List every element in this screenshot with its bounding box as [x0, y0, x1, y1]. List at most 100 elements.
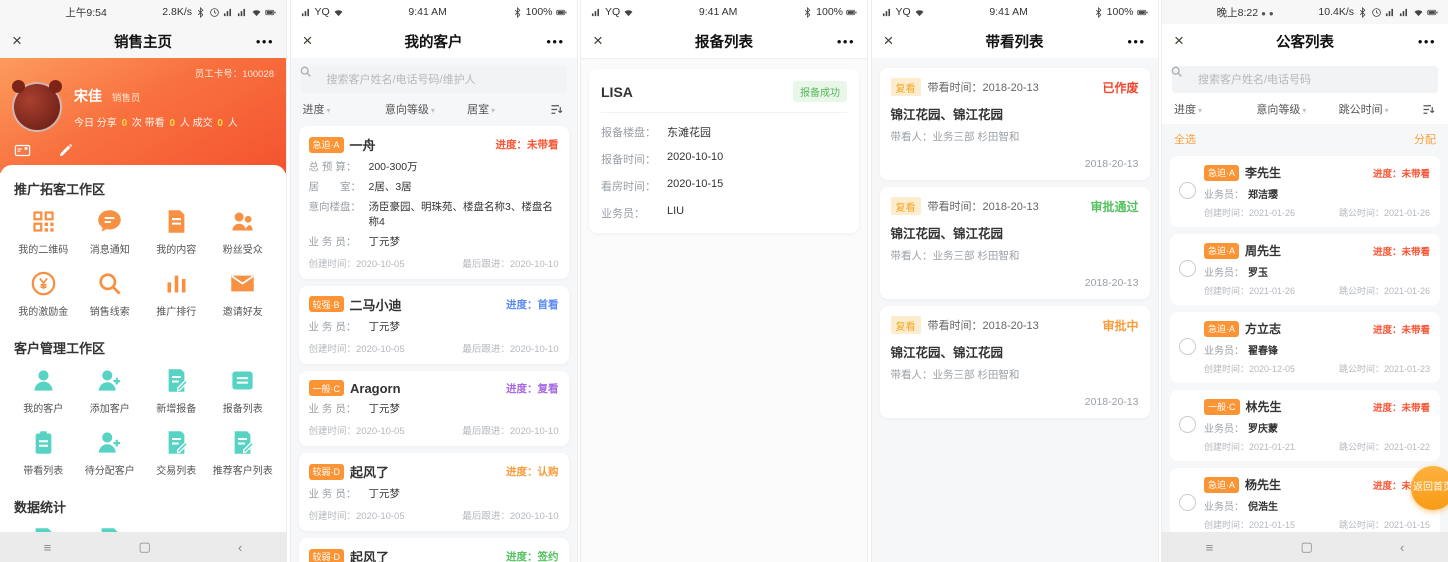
customer-name: 起风了: [350, 465, 390, 481]
viewing-card[interactable]: 复看 带看时间：2018-20-13 审批通过 锦江花园、锦江花园 带看人：业务…: [879, 187, 1150, 299]
select-checkbox[interactable]: [1179, 494, 1196, 511]
created-value: 2020-10-05: [356, 258, 405, 270]
customer-card[interactable]: 较弱·D 起风了 进度：认购 业 务 员： 丁元梦 创建时间：2020-10-05…: [298, 453, 569, 532]
people-icon: [229, 208, 256, 235]
select-checkbox[interactable]: [1179, 260, 1196, 277]
search-input[interactable]: [1172, 66, 1438, 93]
grid-item-viewing-list[interactable]: 带看列表: [10, 429, 77, 477]
grade-badge: 急迫·A: [1204, 242, 1240, 259]
public-customer-item[interactable]: 急迫·A 周先生 进度：未带看 业务员： 罗玉 创建时间：2021-01-26 跳…: [1170, 234, 1440, 305]
user-name-text: 宋佳: [74, 88, 102, 104]
assign-button[interactable]: 分配: [1414, 131, 1436, 147]
grid-item-label: 我的激励金: [18, 307, 69, 318]
report-customer-name: LISA: [601, 83, 633, 100]
customer-card[interactable]: 较弱·D 起风了 进度：签约 业 务 员：丁元梦 创建时间：2020-10-05…: [298, 538, 569, 562]
sort-icon[interactable]: [1421, 102, 1436, 117]
more-menu-icon[interactable]: •••: [815, 34, 855, 49]
customer-card[interactable]: 急迫·A 一舟 进度：未带看 总 预 算： 200-300万 居 室： 2居、3居 …: [298, 126, 569, 279]
customer-card[interactable]: 一般·C Aragorn 进度：复看 业 务 员： 丁元梦 创建时间：2020-1…: [298, 371, 569, 447]
grid-item-deal-list[interactable]: 交易列表: [143, 429, 210, 477]
card-header: 较弱·D 起风了 进度：认购: [308, 462, 559, 481]
filter-jump-time[interactable]: 跳公时间 ▾: [1339, 101, 1417, 117]
viewing-agent-label: 带看人：: [890, 131, 933, 143]
screen-report-list: YQ 9:41 AM 100% × 报备列表 ••• LISA 报备成功 报备楼…: [581, 0, 867, 562]
sort-icon[interactable]: [549, 102, 564, 117]
report-card[interactable]: LISA 报备成功 报备楼盘： 东滩花园 报备时间： 2020-10-10 看房时间…: [589, 69, 859, 233]
home-button[interactable]: ▢: [1300, 539, 1312, 555]
customer-mgmt-grid: 我的客户 添加客户 新增报备 报备列表 带看列表 待分配客户 交易列表 推荐客户…: [10, 361, 276, 487]
back-to-home-fab[interactable]: 返回首页: [1411, 466, 1448, 510]
edit-pencil-icon[interactable]: [57, 142, 74, 159]
progress-label: 进度：: [506, 466, 538, 479]
filter-intent-level[interactable]: 意向等级 ▾: [1256, 101, 1334, 117]
viewing-agent-value: 业务三部 杉田智和: [932, 369, 1020, 381]
grid-item-incentive[interactable]: 我的激励金: [10, 270, 77, 318]
more-menu-icon[interactable]: •••: [234, 34, 274, 49]
home-button[interactable]: ▢: [138, 539, 150, 555]
public-customer-item[interactable]: 急迫·A 李先生 进度：未带看 业务员： 郑洁璎 创建时间：2021-01-26 …: [1170, 156, 1440, 227]
search-input[interactable]: [300, 66, 567, 93]
grid-item-unassigned-customers[interactable]: 待分配客户: [77, 429, 144, 477]
doc-edit-icon: [163, 367, 190, 394]
progress-status: 进度：未带看: [1373, 244, 1430, 258]
grid-item-my-qrcode[interactable]: 我的二维码: [10, 208, 77, 256]
grid-item-notifications[interactable]: 消息通知: [77, 208, 144, 256]
viewing-time: 带看时间：2018-20-13: [928, 79, 1103, 95]
filter-rooms[interactable]: 居室 ▾: [467, 101, 545, 117]
more-menu-icon[interactable]: •••: [1396, 34, 1436, 49]
more-menu-icon[interactable]: •••: [525, 34, 565, 49]
select-checkbox[interactable]: [1179, 416, 1196, 433]
close-icon[interactable]: ×: [12, 31, 52, 51]
created-label: 创建时间：: [308, 344, 357, 356]
grid-item-recommended-customers[interactable]: 推荐客户列表: [210, 429, 277, 477]
battery-icon: [1137, 7, 1148, 18]
agent-label: 业务员：: [1204, 268, 1244, 279]
close-icon[interactable]: ×: [593, 31, 633, 51]
back-button[interactable]: ‹: [238, 540, 242, 555]
public-customer-item[interactable]: 急迫·A 杨先生 进度：未带看 业务员： 倪浩生 创建时间：2021-01-15 …: [1170, 468, 1440, 539]
grid-item-invite-friends[interactable]: 邀请好友: [210, 270, 277, 318]
more-menu-icon[interactable]: •••: [1106, 34, 1146, 49]
detail-value: 丁元梦: [368, 488, 401, 501]
customer-card[interactable]: 较强·B 二马小迪 进度：首看 业 务 员： 丁元梦 创建时间：2020-10-0…: [298, 285, 569, 365]
created-label: 创建时间：: [1204, 442, 1250, 452]
business-card-icon[interactable]: [14, 142, 31, 159]
detail-row: 业 务 员： 丁元梦: [309, 235, 559, 249]
grid-item-label: 待分配客户: [84, 466, 135, 477]
grid-item-report-list[interactable]: 报备列表: [210, 367, 277, 415]
recents-button[interactable]: ≡: [1206, 540, 1214, 555]
search-icon: [1170, 65, 1183, 78]
progress-status: 进度：复看: [506, 381, 559, 396]
filter-progress[interactable]: 进度 ▾: [1174, 101, 1252, 117]
filter-intent-level[interactable]: 意向等级 ▾: [385, 101, 463, 117]
close-icon[interactable]: ×: [884, 31, 924, 51]
public-customer-item[interactable]: 急迫·A 方立志 进度：未带看 业务员： 翟春锋 创建时间：2020-12-05 …: [1170, 312, 1440, 383]
grid-item-new-report[interactable]: 新增报备: [143, 367, 210, 415]
public-customer-body: 进度▾ 意向等级▾ 跳公时间▾ 全选 分配 急迫·A 李先生 进度：未带看 业务…: [1162, 58, 1448, 562]
grid-item-my-customers[interactable]: 我的客户: [10, 367, 77, 415]
select-all-button[interactable]: 全选: [1174, 131, 1196, 147]
avatar[interactable]: [12, 80, 62, 132]
recents-button[interactable]: ≡: [44, 540, 52, 555]
grid-item-promo-ranking[interactable]: 推广排行: [143, 270, 210, 318]
viewing-card[interactable]: 复看 带看时间：2018-20-13 已作废 锦江花园、锦江花园 带看人：业务三…: [879, 68, 1150, 180]
report-value: 2020-10-15: [667, 178, 724, 190]
grid-item-fans[interactable]: 粉丝受众: [210, 208, 277, 256]
my-customers-body: 进度▾ 意向等级▾ 居室▾ 急迫·A 一舟 进度：未带看 总 预 算：200-3…: [290, 58, 577, 562]
signal-icon: [882, 7, 893, 18]
grid-item-sales-leads[interactable]: 销售线索: [77, 270, 144, 318]
select-checkbox[interactable]: [1179, 338, 1196, 355]
grid-item-add-customer[interactable]: 添加客户: [77, 367, 144, 415]
agent-value: 倪浩生: [1248, 502, 1278, 513]
close-icon[interactable]: ×: [303, 31, 343, 51]
public-customer-item[interactable]: 一般·C 林先生 进度：未带看 业务员： 罗庆蒙 创建时间：2021-01-21 …: [1170, 390, 1440, 461]
report-list-body: LISA 报备成功 报备楼盘： 东滩花园 报备时间： 2020-10-10 看房时间…: [581, 58, 867, 562]
select-checkbox[interactable]: [1179, 182, 1196, 199]
back-button[interactable]: ‹: [1400, 540, 1404, 555]
viewing-card[interactable]: 复看 带看时间：2018-20-13 审批中 锦江花园、锦江花园 带看人：业务三…: [879, 306, 1150, 418]
grid-item-my-content[interactable]: 我的内容: [143, 208, 210, 256]
battery-icon: [1427, 7, 1438, 18]
close-icon[interactable]: ×: [1174, 31, 1214, 51]
grade-badge: 急迫·A: [308, 136, 344, 153]
filter-progress[interactable]: 进度 ▾: [303, 101, 381, 117]
